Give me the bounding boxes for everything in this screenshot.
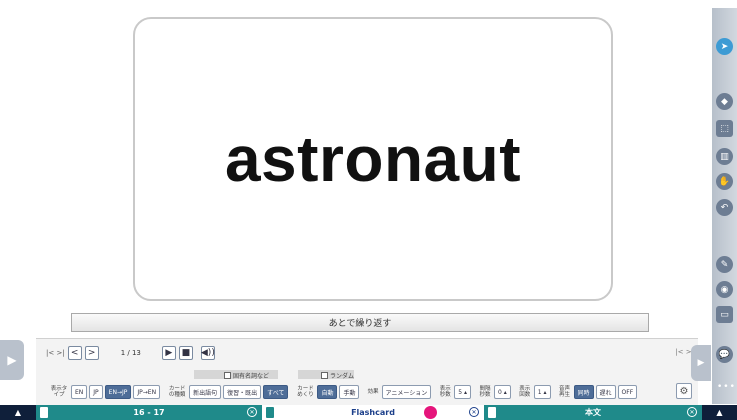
checkbox-icon xyxy=(224,372,231,379)
play-triangle-icon: ▶ xyxy=(697,358,705,368)
display-count-select[interactable]: 1 ▴ xyxy=(533,385,551,399)
close-icon[interactable]: ✕ xyxy=(247,407,257,417)
taskbar-pages-label: 16 - 17 xyxy=(133,408,165,417)
undo-icon[interactable]: ↶ xyxy=(716,199,733,216)
settings-gear-icon[interactable]: ⚙ xyxy=(676,383,692,399)
audio-button[interactable]: ◀)) xyxy=(200,346,215,360)
right-toolbar: ➤ ◆ ⬚ ▥ ✋ ↶ ✎ ◉ ▭ 💬 ••• xyxy=(712,8,737,404)
display-count-value: 1 xyxy=(537,388,542,396)
taskbar-tab-flashcard[interactable]: Flashcard ✕ xyxy=(262,405,484,420)
random-label: ランダム xyxy=(330,373,355,380)
book-spread-icon[interactable]: ▥ xyxy=(716,148,733,165)
display-type-label: 表示タイプ xyxy=(50,386,68,398)
display-type-jp-en[interactable]: JP→EN xyxy=(133,385,161,399)
document-icon xyxy=(488,407,496,418)
options-row: 表示タイプ EN JP EN→JP JP→EN カードの種類 新出語句 復習・既… xyxy=(50,383,639,401)
checkbox-icon xyxy=(321,372,328,379)
close-icon[interactable]: ✕ xyxy=(469,407,479,417)
first-last-nav[interactable]: |< >| xyxy=(46,349,65,357)
eraser-icon[interactable]: ◆ xyxy=(716,93,733,110)
display-sec-value: 5 xyxy=(458,388,463,396)
card-kind-review[interactable]: 復習・既出 xyxy=(223,385,262,399)
playback-row: |< >| < > 1 / 13 ▶ ■ ◀)) xyxy=(36,345,215,361)
select-zoom-icon[interactable]: ⬚ xyxy=(716,120,733,137)
control-panel: |< >| < > 1 / 13 ▶ ■ ◀)) |< >| 固有名詞など ラン… xyxy=(36,338,698,405)
taskbar-tab-text[interactable]: 本文 ✕ xyxy=(484,405,702,420)
slide-icon[interactable]: ▭ xyxy=(716,306,733,323)
interval-sec-value: 0 xyxy=(498,388,502,396)
effect-select[interactable]: アニメーション xyxy=(381,385,432,399)
stamp-icon[interactable]: ✎ xyxy=(716,256,733,273)
display-type-en[interactable]: EN xyxy=(71,385,88,399)
display-sec-label: 表示秒数 xyxy=(439,386,451,398)
taskbar-tab-pages[interactable]: 16 - 17 ✕ xyxy=(36,405,262,420)
interval-sec-select[interactable]: 0 ▴ xyxy=(494,385,511,399)
display-count-label: 表示回数 xyxy=(519,386,531,398)
taskbar: ▲ 16 - 17 ✕ Flashcard ✕ 本文 ✕ ▲ xyxy=(0,405,737,420)
repeat-later-button[interactable]: あとで繰り返す xyxy=(71,313,649,332)
card-kind-label: カードの種類 xyxy=(168,386,186,398)
card-counter: 1 / 13 xyxy=(120,349,141,357)
taskbar-text-label: 本文 xyxy=(585,408,601,417)
proper-noun-checkbox[interactable]: 固有名詞など xyxy=(224,371,269,380)
flashcard-app: astronaut あとで繰り返す ▶ |< >| < > 1 / 13 ▶ ■… xyxy=(0,0,737,420)
prev-button[interactable]: < xyxy=(67,346,82,360)
document-icon xyxy=(266,407,274,418)
audio-simultaneous[interactable]: 同時 xyxy=(573,385,594,399)
interval-sec-label: 間隔秒数 xyxy=(479,386,491,398)
audio-delayed[interactable]: 遅れ xyxy=(595,385,616,399)
more-icon[interactable]: ••• xyxy=(717,382,736,392)
card-flip-label: カードめくり xyxy=(297,386,314,398)
close-icon[interactable]: ✕ xyxy=(687,407,697,417)
audio-off[interactable]: OFF xyxy=(617,385,638,399)
flashcard-word: astronaut xyxy=(224,123,522,195)
random-checkbox[interactable]: ランダム xyxy=(321,371,354,380)
taskbar-flashcard-label: Flashcard xyxy=(351,408,395,417)
proper-noun-label: 固有名詞など xyxy=(233,373,270,380)
side-play-toggle[interactable]: ▶ xyxy=(691,345,711,381)
card-flip-auto[interactable]: 自動 xyxy=(317,385,338,399)
left-panel-toggle[interactable]: ▶ xyxy=(0,340,24,380)
chevron-right-icon: ▶ xyxy=(7,353,17,367)
comment-icon[interactable]: 💬 xyxy=(716,346,733,363)
display-type-en-jp[interactable]: EN→JP xyxy=(104,385,132,399)
flashcard[interactable]: astronaut xyxy=(133,17,613,301)
book-icon xyxy=(40,407,48,418)
next-button[interactable]: > xyxy=(84,346,99,360)
card-flip-manual[interactable]: 手動 xyxy=(339,385,360,399)
audio-play-label: 音声再生 xyxy=(559,386,571,398)
play-button[interactable]: ▶ xyxy=(161,346,176,360)
pointer-icon[interactable]: ➤ xyxy=(716,38,733,55)
card-kind-new[interactable]: 新出語句 xyxy=(189,385,222,399)
display-sec-select[interactable]: 5 ▴ xyxy=(454,385,472,399)
hand-icon[interactable]: ✋ xyxy=(716,173,733,190)
taskbar-up-arrow-icon[interactable]: ▲ xyxy=(702,405,737,420)
stop-button[interactable]: ■ xyxy=(178,346,193,360)
display-type-jp[interactable]: JP xyxy=(89,385,103,399)
record-dot-icon[interactable] xyxy=(424,406,437,419)
camera-icon[interactable]: ◉ xyxy=(716,281,733,298)
card-kind-all[interactable]: すべて xyxy=(263,385,289,399)
taskbar-up-arrow-icon[interactable]: ▲ xyxy=(0,405,36,420)
effect-label: 効果 xyxy=(367,389,379,395)
